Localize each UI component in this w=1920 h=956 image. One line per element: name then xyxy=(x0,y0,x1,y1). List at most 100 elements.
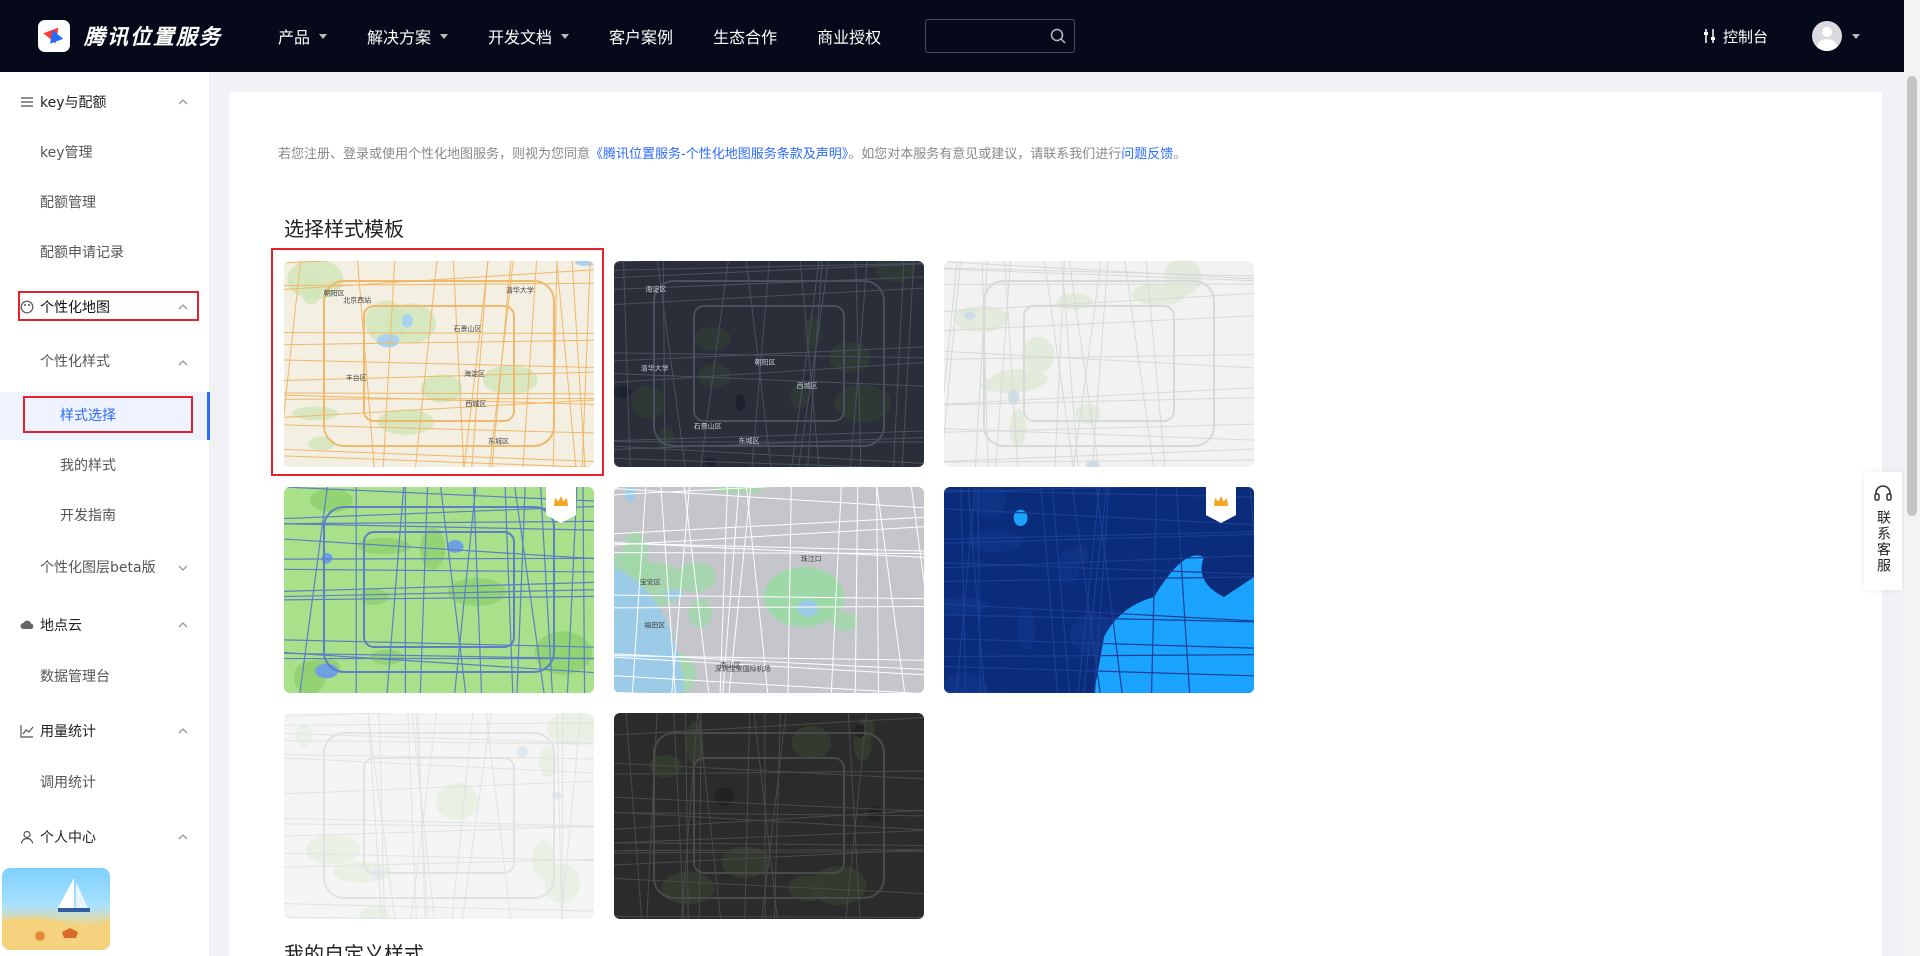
sidebar-sub-label: 个性化样式 xyxy=(40,354,110,370)
template-tile-classic-light[interactable]: 清华大学 海淀区 西城区 东城区 石景山区 朝阳区 丰台区 北京西站 xyxy=(284,261,594,467)
search-box xyxy=(925,19,1076,53)
sidebar-group-personal[interactable]: 个人中心 xyxy=(0,817,210,857)
nav-docs[interactable]: 开发文档 xyxy=(488,24,570,48)
sidebar-item-style-select[interactable]: 样式选择 xyxy=(60,398,116,434)
nav-label: 生态合作 xyxy=(713,28,778,47)
scrollbar[interactable] xyxy=(1904,72,1920,956)
sliders-icon xyxy=(1703,29,1715,43)
logo[interactable]: 腾讯位置服务 xyxy=(38,20,278,52)
sidebar-item-dev-guide[interactable]: 开发指南 xyxy=(60,498,116,534)
headset-icon xyxy=(1874,485,1892,501)
sidebar-item-quota-records[interactable]: 配额申请记录 xyxy=(40,235,124,271)
map-label: 海淀区 xyxy=(645,285,666,294)
nav-cases[interactable]: 客户案例 xyxy=(609,24,673,48)
sidebar-group-label: 用量统计 xyxy=(40,724,96,740)
map-preview xyxy=(944,261,1254,467)
map-label: 南山区 xyxy=(720,660,741,669)
nav-label: 客户案例 xyxy=(609,28,674,47)
sidebar-group-label: 个性化地图 xyxy=(40,300,110,316)
template-tile-gray-light[interactable] xyxy=(944,261,1254,467)
chevron-up-icon xyxy=(178,622,188,628)
sidebar: key与配额 key管理 配额管理 配额申请记录 个性化地图 个性化样式 样式选… xyxy=(0,72,210,956)
map-preview: 清华大学 海淀区西城区东城区 石景山区 朝阳区 xyxy=(614,261,924,467)
map-label: 清华大学 xyxy=(506,286,534,295)
contact-service-label: 联系客服 xyxy=(1875,510,1891,574)
template-tile-green[interactable] xyxy=(284,487,594,693)
map-label: 东城区 xyxy=(488,437,509,446)
map-label: 珠江口 xyxy=(801,554,822,563)
nav-label: 商业授权 xyxy=(817,28,882,47)
notice-text: 。如您对本服务有意见或建议，请联系我们进行 xyxy=(848,147,1122,162)
nav-products[interactable]: 产品 xyxy=(278,24,328,48)
map-label: 西城区 xyxy=(797,382,818,390)
map-label: 北京西站 xyxy=(343,295,371,304)
map-preview xyxy=(944,487,1254,693)
map-preview xyxy=(614,713,924,919)
map-label: 丰台区 xyxy=(346,373,367,382)
map-preview xyxy=(284,713,594,919)
sidebar-item-quota-manage[interactable]: 配额管理 xyxy=(40,185,96,221)
sidebar-item-my-styles[interactable]: 我的样式 xyxy=(60,448,116,484)
caret-down-icon xyxy=(319,33,328,39)
sidebar-sub-custom-style[interactable]: 个性化样式 xyxy=(40,344,210,380)
map-preview: 深圳宝安国际机场宝安区珠江口南山区福田区 xyxy=(614,487,924,693)
nav-label: 产品 xyxy=(278,28,311,47)
template-tile-dark[interactable]: 清华大学 海淀区 西城区 东城区 石景山区 朝阳区 xyxy=(614,261,924,467)
section-title: 选择样式模板 xyxy=(284,217,404,241)
avatar[interactable] xyxy=(1812,21,1842,51)
sidebar-group-label: key与配额 xyxy=(40,95,107,111)
map-label: 石景山区 xyxy=(694,422,722,431)
sidebar-item-call-stats[interactable]: 调用统计 xyxy=(40,765,96,801)
palette-icon xyxy=(20,300,34,314)
user-icon xyxy=(20,830,34,844)
sidebar-group-label: 地点云 xyxy=(40,618,82,634)
nav-ecosystem[interactable]: 生态合作 xyxy=(713,24,777,48)
contact-service-button[interactable]: 联系客服 xyxy=(1864,472,1902,590)
scrollbar-track-top xyxy=(1904,0,1920,72)
sidebar-group-place-cloud[interactable]: 地点云 xyxy=(0,605,210,645)
promo-beach-banner[interactable] xyxy=(2,868,110,950)
sidebar-item-key-manage[interactable]: key管理 xyxy=(40,135,93,171)
notice-text: 若您注册、登录或使用个性化地图服务，则视为您同意 xyxy=(278,147,591,162)
sidebar-item-data-console[interactable]: 数据管理台 xyxy=(40,659,110,695)
sidebar-group-usage[interactable]: 用量统计 xyxy=(0,711,210,751)
search-input[interactable] xyxy=(926,20,1047,52)
sidebar-sub-custom-layer[interactable]: 个性化图层beta版 xyxy=(40,550,210,586)
logo-text: 腾讯位置服务 xyxy=(84,25,222,49)
console-link[interactable]: 控制台 xyxy=(1703,26,1768,47)
cloud-icon xyxy=(20,620,34,629)
sidebar-group-label: 个人中心 xyxy=(40,830,96,846)
sidebar-group-key-quota[interactable]: key与配额 xyxy=(0,82,210,122)
chevron-up-icon xyxy=(178,304,188,310)
map-label: 宝安区 xyxy=(640,577,661,586)
top-right-tools: 控制台 xyxy=(1703,0,1860,72)
caret-down-icon[interactable] xyxy=(1852,33,1860,39)
compass-logo-icon xyxy=(38,20,70,52)
nav-solutions[interactable]: 解决方案 xyxy=(367,24,449,48)
top-navbar: 腾讯位置服务 产品 解决方案 开发文档 客户案例 生态合作 商业授权 控制台 xyxy=(0,0,1920,72)
template-tile-deep-blue[interactable] xyxy=(944,487,1254,693)
map-label: 福田区 xyxy=(644,620,665,629)
map-label: 东城区 xyxy=(738,436,759,445)
list-sliders-icon xyxy=(21,97,33,107)
chevron-up-icon xyxy=(178,728,188,734)
nav-label: 解决方案 xyxy=(367,28,432,47)
chevron-up-icon xyxy=(178,834,188,840)
section-title-custom: 我的自定义样式 xyxy=(284,942,424,956)
terms-link[interactable]: 《腾讯位置服务-个性化地图服务条款及声明》 xyxy=(590,147,848,162)
template-tile-white[interactable] xyxy=(284,713,594,919)
feedback-link[interactable]: 问题反馈 xyxy=(1121,147,1173,162)
notice-text: 。 xyxy=(1173,147,1187,162)
template-tile-gray-coast[interactable]: 深圳宝安国际机场 宝安区 珠江口 南山区 福田区 xyxy=(614,487,924,693)
nav-license[interactable]: 商业授权 xyxy=(817,24,881,48)
scrollbar-thumb[interactable] xyxy=(1907,76,1917,516)
chevron-down-icon xyxy=(178,565,188,571)
map-preview: 清华大学海淀区西城区东城区 石景山区 朝阳区丰台区 北京西站 xyxy=(284,261,594,467)
map-label: 海淀区 xyxy=(464,369,485,378)
map-label: 西城区 xyxy=(465,400,486,408)
sidebar-sub-label: 个性化图层beta版 xyxy=(40,560,156,576)
sidebar-group-custom-map[interactable]: 个性化地图 xyxy=(0,287,210,327)
terms-notice: 若您注册、登录或使用个性化地图服务，则视为您同意《腾讯位置服务-个性化地图服务条… xyxy=(278,143,1186,162)
search-icon[interactable] xyxy=(1050,28,1066,44)
template-tile-night-black[interactable] xyxy=(614,713,924,919)
